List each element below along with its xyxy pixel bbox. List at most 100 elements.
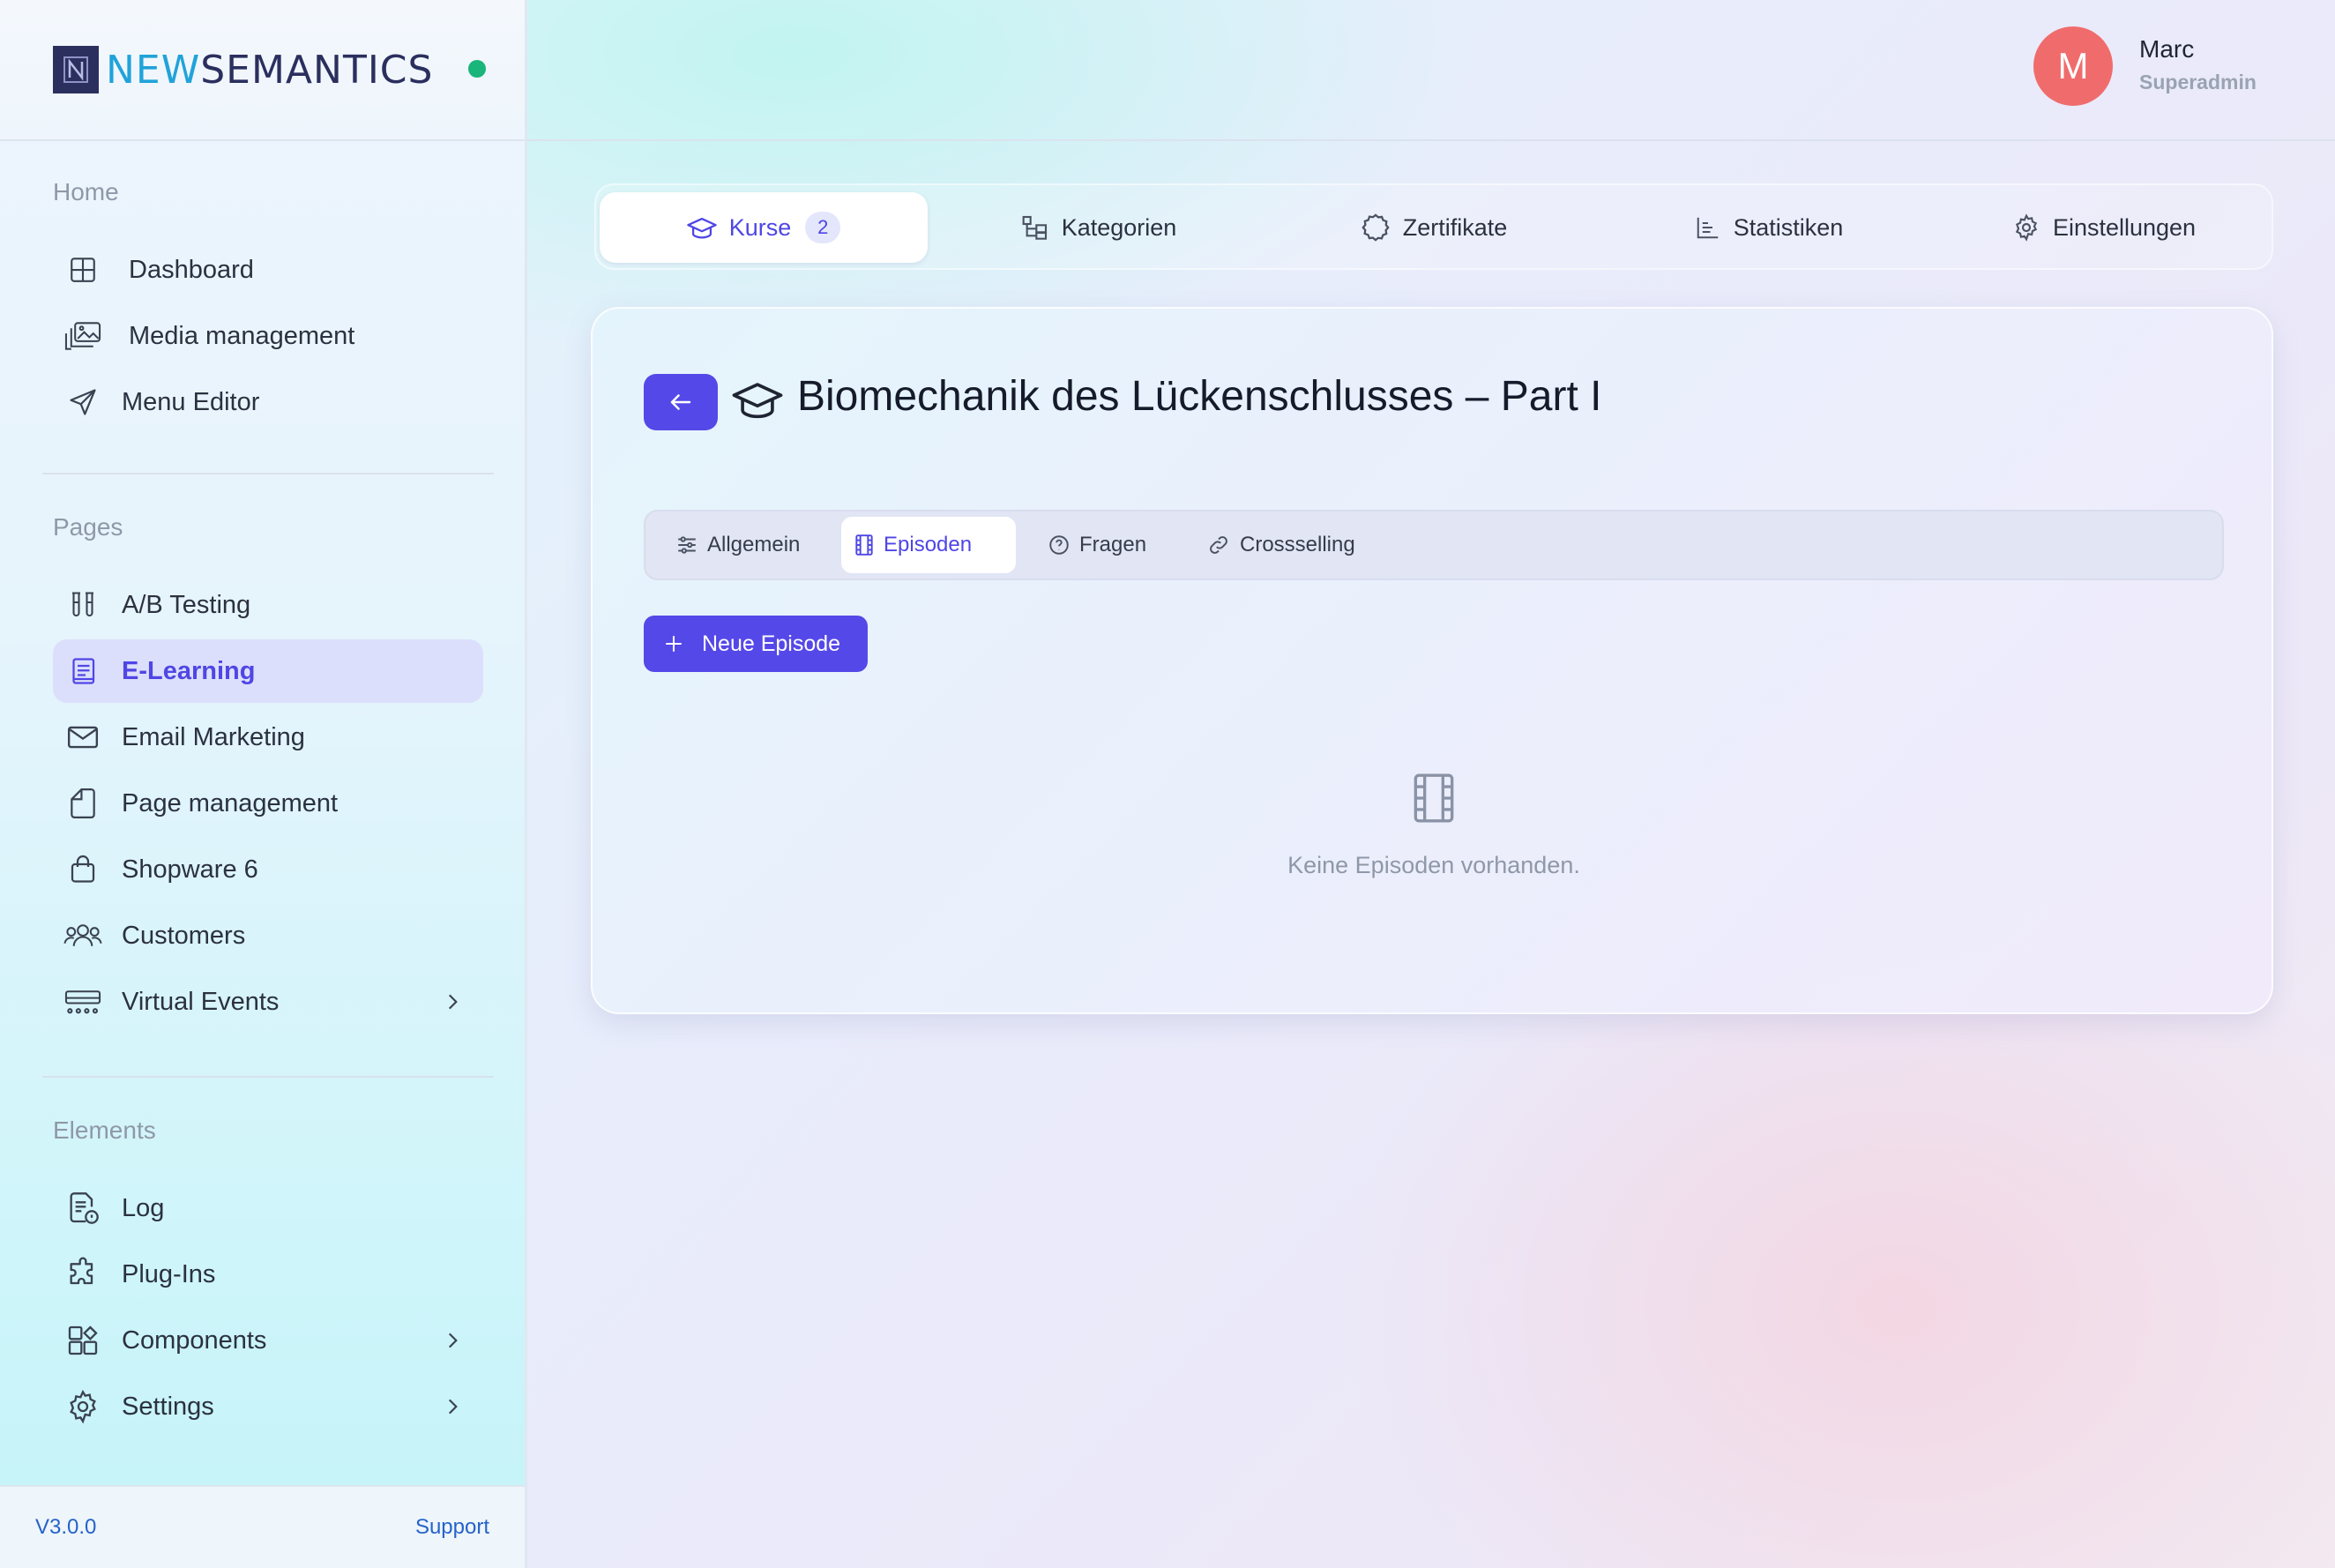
puzzle-icon xyxy=(62,1253,104,1295)
sidebar-item-shopware-6[interactable]: Shopware 6 xyxy=(53,838,483,901)
logo-icon xyxy=(53,46,99,93)
events-icon xyxy=(62,981,104,1023)
tab-zertifikate[interactable]: Zertifikate xyxy=(1270,192,1598,263)
sidebar-item-label: Customers xyxy=(122,921,246,950)
images-icon xyxy=(62,315,104,357)
back-button[interactable] xyxy=(644,374,718,430)
logo-text-part1: NEW xyxy=(106,47,201,93)
gear-icon xyxy=(62,1385,104,1428)
logo-text-part2: SEMANTICS xyxy=(200,47,434,93)
log-file-icon xyxy=(62,1187,104,1229)
sidebar-item-dashboard[interactable]: Dashboard xyxy=(53,238,483,302)
tab-fragen[interactable]: Fragen xyxy=(1035,517,1159,573)
plus-icon xyxy=(663,633,684,654)
tab-einstellungen[interactable]: Einstellungen xyxy=(1940,192,2268,263)
logo-bar: NEWSEMANTICS xyxy=(0,0,525,141)
sliders-icon xyxy=(675,534,698,556)
film-icon xyxy=(1407,771,1460,825)
book-icon xyxy=(62,650,104,692)
tab-label: Statistiken xyxy=(1733,213,1844,241)
tab-label: Zertifikate xyxy=(1402,213,1508,241)
sidebar-item-label: Components xyxy=(122,1325,267,1355)
new-episode-button[interactable]: Neue Episode xyxy=(644,616,868,672)
section-title-pages: Pages xyxy=(53,513,123,541)
logo-text[interactable]: NEWSEMANTICS xyxy=(106,48,433,93)
sidebar-item-menu-editor[interactable]: Menu Editor xyxy=(53,370,483,434)
graduation-cap-icon xyxy=(732,377,783,422)
sidebar-item-label: Page management xyxy=(122,788,339,818)
version-label: V3.0.0 xyxy=(35,1515,97,1539)
grid-icon xyxy=(62,249,104,291)
tab-label: Einstellungen xyxy=(2052,213,2197,241)
avatar[interactable]: M xyxy=(2033,26,2113,106)
top-bar: M Marc Superadmin xyxy=(527,0,2335,141)
sidebar-item-e-learning[interactable]: E-Learning xyxy=(53,639,483,703)
tab-label: Kurse xyxy=(728,213,792,241)
sidebar-item-label: Virtual Events xyxy=(122,987,280,1016)
sidebar-item-virtual-events[interactable]: Virtual Events xyxy=(53,970,483,1034)
film-icon xyxy=(854,534,875,556)
components-icon xyxy=(62,1319,104,1362)
sidebar-item-label: A/B Testing xyxy=(122,590,251,619)
sidebar-item-label: Log xyxy=(122,1193,165,1222)
sidebar-item-components[interactable]: Components xyxy=(53,1309,483,1372)
sidebar-item-customers[interactable]: Customers xyxy=(53,904,483,967)
tab-allgemein[interactable]: Allgemein xyxy=(663,517,812,573)
empty-state-message: Keine Episoden vorhanden. xyxy=(1287,852,1580,878)
tab-label: Fragen xyxy=(1079,533,1147,556)
sidebar-item-label: Dashboard xyxy=(129,255,254,284)
gear-icon xyxy=(2012,213,2040,242)
tab-label: Episoden xyxy=(884,533,973,556)
sidebar-item-label: E-Learning xyxy=(122,656,256,685)
category-tree-icon xyxy=(1021,214,1049,241)
section-title-elements: Elements xyxy=(53,1116,156,1144)
sidebar-item-email-marketing[interactable]: Email Marketing xyxy=(53,706,483,769)
sidebar-item-label: Media management xyxy=(129,321,355,350)
tab-kurse[interactable]: Kurse 2 xyxy=(600,192,928,263)
course-sub-tabs: Allgemein Episoden Fragen Crossselling xyxy=(644,510,2224,580)
page-title: Biomechanik des Lückenschlusses – Part I xyxy=(797,373,1602,420)
sidebar-item-label: Email Marketing xyxy=(122,722,305,751)
sidebar-item-label: Menu Editor xyxy=(122,387,260,416)
sidebar-item-media-management[interactable]: Media management xyxy=(53,304,483,368)
tab-kategorien[interactable]: Kategorien xyxy=(935,192,1263,263)
mail-icon xyxy=(62,716,104,758)
test-tubes-icon xyxy=(62,584,104,626)
tab-episoden[interactable]: Episoden xyxy=(841,517,1016,573)
tab-label: Kategorien xyxy=(1061,213,1177,241)
sidebar-item-label: Shopware 6 xyxy=(122,855,258,884)
sidebar-divider xyxy=(42,1076,494,1078)
support-link[interactable]: Support xyxy=(415,1515,489,1540)
sidebar-item-label: Settings xyxy=(122,1392,214,1421)
users-icon xyxy=(62,915,104,957)
graduation-cap-icon xyxy=(687,214,717,241)
sidebar-divider xyxy=(42,473,494,474)
link-icon xyxy=(1206,534,1231,556)
tab-crossselling[interactable]: Crossselling xyxy=(1194,517,1368,573)
tab-label: Crossselling xyxy=(1240,533,1355,556)
tab-label: Allgemein xyxy=(707,533,801,556)
sidebar-item-log[interactable]: Log xyxy=(53,1176,483,1240)
count-badge: 2 xyxy=(805,212,841,243)
user-name: Marc xyxy=(2139,35,2195,63)
sidebar-item-ab-testing[interactable]: A/B Testing xyxy=(53,573,483,637)
tab-statistiken[interactable]: Statistiken xyxy=(1605,192,1933,263)
sidebar: NEWSEMANTICS Home Dashboard Media manage… xyxy=(0,0,527,1568)
chevron-right-icon xyxy=(441,1394,464,1419)
chevron-right-icon xyxy=(441,989,464,1014)
sidebar-item-settings[interactable]: Settings xyxy=(53,1375,483,1438)
sidebar-footer: V3.0.0 Support xyxy=(0,1485,525,1568)
module-tabs: Kurse 2 Kategorien Zertifikate Statistik… xyxy=(594,183,2273,270)
user-role: Superadmin xyxy=(2139,71,2257,93)
badge-icon xyxy=(1361,213,1391,243)
section-title-home: Home xyxy=(53,178,119,205)
sidebar-item-plug-ins[interactable]: Plug-Ins xyxy=(53,1243,483,1306)
file-icon xyxy=(62,782,104,825)
course-card: Biomechanik des Lückenschlusses – Part I… xyxy=(591,307,2273,1014)
online-status-dot xyxy=(468,60,486,78)
question-icon xyxy=(1048,534,1071,556)
sidebar-item-label: Plug-Ins xyxy=(122,1259,216,1288)
sidebar-item-page-management[interactable]: Page management xyxy=(53,772,483,835)
chevron-right-icon xyxy=(441,1328,464,1353)
chart-icon xyxy=(1695,214,1721,241)
